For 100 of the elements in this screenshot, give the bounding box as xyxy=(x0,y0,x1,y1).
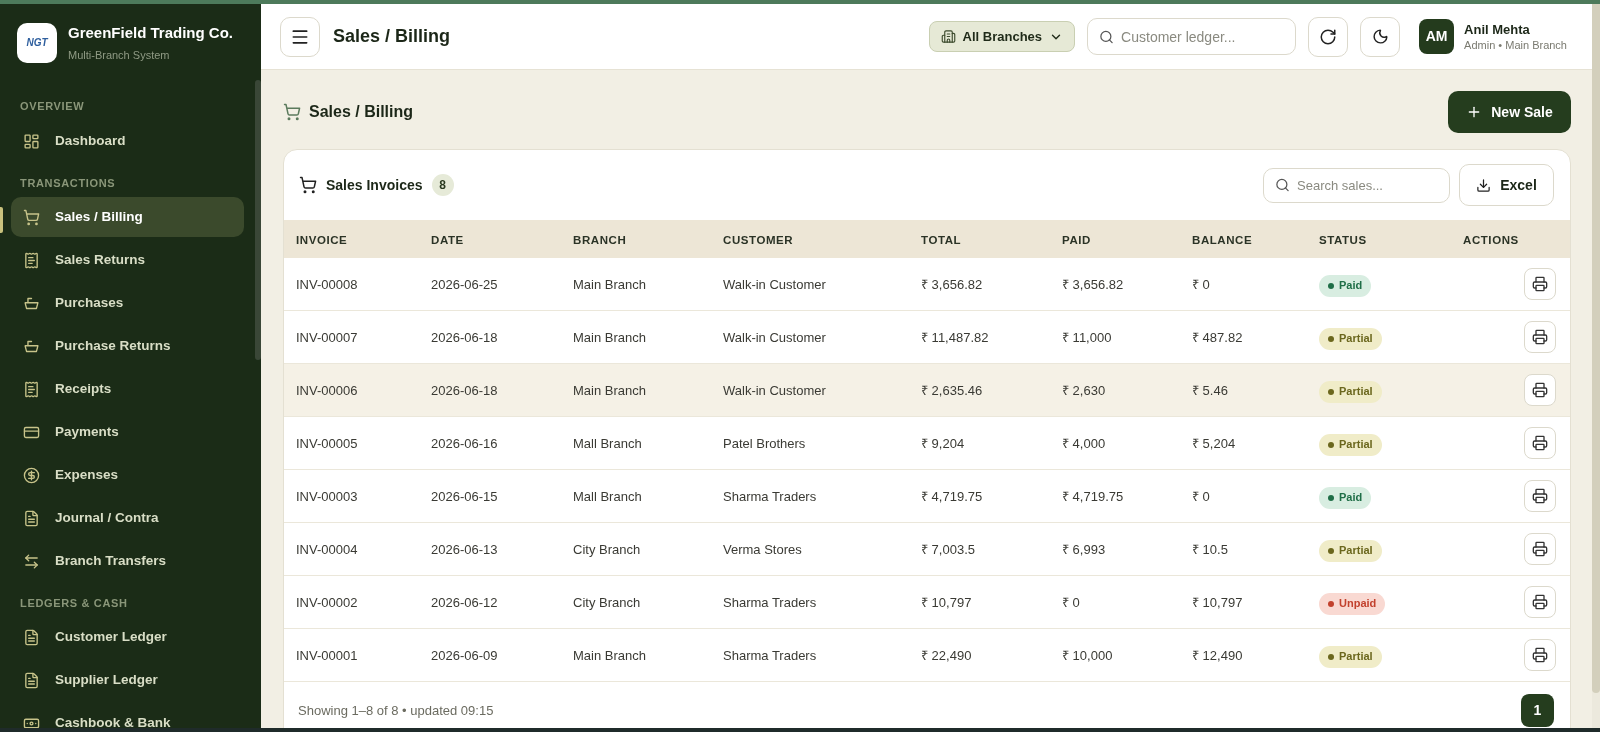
column-header: INVOICE xyxy=(296,234,348,246)
table-cell: ₹ 2,630 xyxy=(1062,383,1106,398)
table-cell: 2026-06-09 xyxy=(431,648,498,663)
sidebar-item[interactable]: Customer Ledger xyxy=(11,617,244,657)
table-cell: 2026-06-25 xyxy=(431,277,498,292)
search-field[interactable]: Customer ledger... xyxy=(1087,18,1297,55)
table-cell: ₹ 0 xyxy=(1192,277,1210,292)
sidebar-item[interactable]: Sales / Billing xyxy=(11,197,244,237)
table-cell: INV-00007 xyxy=(296,330,358,345)
table-cell: ₹ 0 xyxy=(1062,595,1080,610)
table-cell: Patel Brothers xyxy=(723,436,806,451)
sidebar-item[interactable]: Dashboard xyxy=(11,121,244,161)
sidebar-item[interactable]: Expenses xyxy=(11,455,244,495)
sidebar-item[interactable]: Receipts xyxy=(11,369,244,409)
print-button[interactable] xyxy=(1524,533,1556,565)
brand-subtitle: Multi-Branch System xyxy=(68,48,171,63)
table-cell: ₹ 6,993 xyxy=(1062,542,1106,557)
user-role: Admin • Main Branch xyxy=(1464,37,1567,52)
table-cell: ₹ 0 xyxy=(1192,489,1210,504)
sidebar-item[interactable]: Branch Transfers xyxy=(11,541,244,581)
menu-button[interactable] xyxy=(280,16,320,57)
table-cell: ₹ 4,719.75 xyxy=(1062,489,1124,504)
print-button[interactable] xyxy=(1524,321,1556,353)
column-header: CUSTOMER xyxy=(723,234,794,246)
search-icon xyxy=(1275,177,1290,193)
sidebar-item[interactable]: Sales Returns xyxy=(11,240,244,280)
sidebar-item[interactable]: Cashbook & Bank xyxy=(11,703,244,728)
table-cell: ₹ 12,490 xyxy=(1192,648,1243,663)
refresh-button[interactable] xyxy=(1308,16,1349,57)
table-cell: 2026-06-15 xyxy=(431,489,498,504)
table-cell: Main Branch xyxy=(573,648,646,663)
sidebar-item[interactable]: Supplier Ledger xyxy=(11,660,244,700)
receipt-icon xyxy=(23,380,40,398)
print-button[interactable] xyxy=(1524,374,1556,406)
table-cell: ₹ 11,487.82 xyxy=(921,330,989,345)
new-sale-button[interactable]: New Sale xyxy=(1448,91,1571,133)
status-label: Unpaid xyxy=(1339,596,1377,612)
table-cell: INV-00001 xyxy=(296,648,358,663)
receipt-icon xyxy=(23,251,40,269)
document-icon xyxy=(23,628,40,646)
sidebar-item[interactable]: Purchase Returns xyxy=(11,326,244,366)
refresh-icon xyxy=(1319,27,1338,46)
printer-icon xyxy=(1532,435,1548,451)
print-button[interactable] xyxy=(1524,639,1556,671)
cart-icon xyxy=(283,103,301,121)
printer-icon xyxy=(1532,541,1548,557)
active-indicator xyxy=(0,207,3,233)
table-cell: Walk-in Customer xyxy=(723,277,826,292)
table-cell: Walk-in Customer xyxy=(723,383,826,398)
logo-text: NGT xyxy=(26,38,48,48)
excel-export-button[interactable]: Excel xyxy=(1459,164,1554,206)
column-header: STATUS xyxy=(1319,234,1367,246)
table-cell: Main Branch xyxy=(573,277,646,292)
status-label: Partial xyxy=(1339,649,1373,665)
status-label: Paid xyxy=(1339,278,1363,294)
moon-icon xyxy=(1371,28,1389,45)
column-header: BRANCH xyxy=(573,234,627,246)
table-cell: Sharma Traders xyxy=(723,595,817,610)
sidebar-scrollbar[interactable] xyxy=(255,80,261,360)
table-cell: ₹ 9,204 xyxy=(921,436,965,451)
page-title: Sales / Billing xyxy=(309,102,414,122)
column-header: BALANCE xyxy=(1192,234,1253,246)
table-cell: ₹ 3,656.82 xyxy=(921,277,983,292)
table-cell: 2026-06-16 xyxy=(431,436,498,451)
print-button[interactable] xyxy=(1524,268,1556,300)
sidebar-item[interactable]: Journal / Contra xyxy=(11,498,244,538)
page-scrollbar[interactable] xyxy=(1592,4,1600,693)
section-label: LEDGERS & CASH xyxy=(20,596,128,611)
table-summary: Showing 1–8 of 8 • updated 09:15 xyxy=(298,701,494,720)
table-cell: INV-00006 xyxy=(296,383,358,398)
table-cell: 2026-06-18 xyxy=(431,383,498,398)
user-avatar[interactable]: AM xyxy=(1419,19,1455,54)
page-button[interactable]: 1 xyxy=(1521,694,1554,727)
table-cell: INV-00004 xyxy=(296,542,358,557)
table-cell: 2026-06-12 xyxy=(431,595,498,610)
table-cell: Verma Stores xyxy=(723,542,802,557)
table-cell: Mall Branch xyxy=(573,436,642,451)
table-cell: INV-00005 xyxy=(296,436,358,451)
section-label: OVERVIEW xyxy=(20,99,85,114)
table-cell: ₹ 487.82 xyxy=(1192,330,1243,345)
print-button[interactable] xyxy=(1524,427,1556,459)
print-button[interactable] xyxy=(1524,586,1556,618)
table-cell: 2026-06-18 xyxy=(431,330,498,345)
theme-toggle-button[interactable] xyxy=(1360,16,1401,57)
search-field[interactable]: Search sales... xyxy=(1263,167,1450,203)
table-cell: Sharma Traders xyxy=(723,489,817,504)
print-button[interactable] xyxy=(1524,480,1556,512)
table-cell: ₹ 10,000 xyxy=(1062,648,1113,663)
dashboard-icon xyxy=(23,132,40,150)
table-cell: ₹ 2,635.46 xyxy=(921,383,983,398)
branch-dropdown[interactable]: All Branches xyxy=(928,21,1076,52)
brand-name: GreenField Trading Co. xyxy=(68,23,234,43)
table-cell: ₹ 11,000 xyxy=(1062,330,1112,345)
table-row[interactable]: INV-00006 2026-06-18 Main Branch Walk-in Customer ₹ 2,635.46 ₹ 2,630 ₹ 5.46 Partial xyxy=(284,364,1570,417)
table-cell: Main Branch xyxy=(573,330,646,345)
cart-icon xyxy=(23,208,40,226)
table-cell: City Branch xyxy=(573,542,641,557)
sidebar-item[interactable]: Purchases xyxy=(11,283,244,323)
sidebar-item[interactable]: Payments xyxy=(11,412,244,452)
table-cell: ₹ 22,490 xyxy=(921,648,972,663)
